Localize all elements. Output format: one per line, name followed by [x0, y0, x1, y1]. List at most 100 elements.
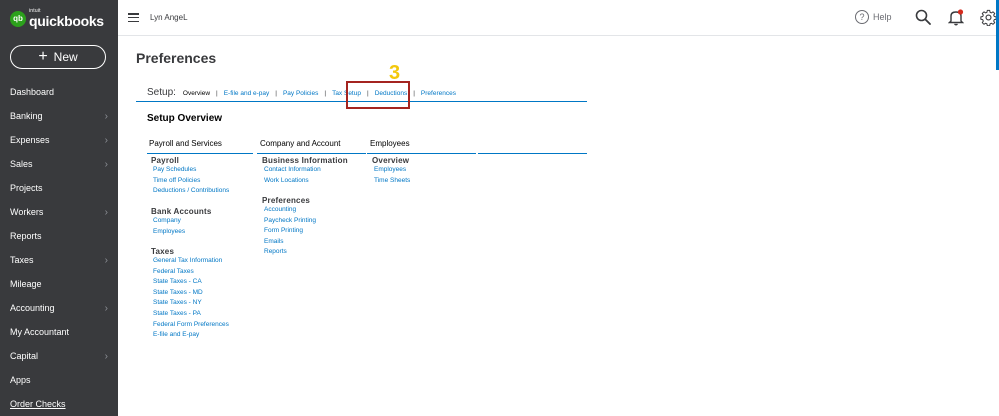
sidebar-item-taxes[interactable]: Taxes › — [0, 248, 118, 272]
sidebar-item-label: Banking — [10, 111, 43, 121]
setup-label: Setup: — [147, 87, 176, 98]
sidebar-nav: Dashboard Banking › Expenses › Sales › Projects… — [0, 80, 118, 416]
sidebar-item-label: Order Checks — [10, 399, 66, 409]
sidebar-item-label: Dashboard — [10, 87, 55, 97]
top-bar: Lyn AngeL ? Help — [118, 0, 999, 70]
sidebar-item-order-checks[interactable]: Order Checks — [0, 392, 118, 416]
overview-column-company-and-account: Company and Account — [260, 139, 341, 152]
setup-nav-separator: | — [216, 90, 218, 97]
link-e-file-and-e-pay[interactable]: E-file and E-pay — [153, 330, 229, 341]
sidebar-item-label: Taxes — [10, 255, 34, 265]
sidebar-item-dashboard[interactable]: Dashboard — [0, 80, 118, 104]
link-time-off-policies[interactable]: Time off Policies — [153, 176, 229, 187]
section-overview: Overview Employees Time Sheets — [370, 156, 410, 186]
sidebar-item-label: Apps — [10, 375, 31, 385]
chevron-right-icon: › — [104, 158, 108, 170]
section-title: Preferences — [262, 196, 311, 205]
sidebar-item-label: Projects — [10, 183, 43, 193]
setup-nav-separator: | — [413, 90, 415, 97]
overview-column-employees: Employees — [370, 139, 410, 152]
sidebar-item-apps[interactable]: Apps — [0, 368, 118, 392]
sidebar-item-expenses[interactable]: Expenses › — [0, 128, 118, 152]
notification-bell-icon[interactable] — [948, 9, 964, 26]
link-general-tax-information[interactable]: General Tax Information — [153, 256, 229, 267]
column-divider — [257, 153, 366, 154]
sidebar-item-accounting[interactable]: Accounting › — [0, 296, 118, 320]
sidebar-item-projects[interactable]: Projects — [0, 176, 118, 200]
gear-icon[interactable] — [980, 9, 997, 26]
step-number-annotation: 3 — [389, 62, 401, 84]
search-icon[interactable] — [915, 9, 931, 25]
link-time-sheets[interactable]: Time Sheets — [374, 176, 410, 187]
link-employees[interactable]: Employees — [153, 227, 212, 238]
link-employees[interactable]: Employees — [374, 165, 410, 176]
link-paycheck-printing[interactable]: Paycheck Printing — [264, 216, 316, 227]
help-icon: ? — [855, 10, 869, 24]
link-reports[interactable]: Reports — [264, 247, 316, 258]
sidebar-item-label: Sales — [10, 159, 33, 169]
section-payroll: Payroll Pay Schedules Time off Policies Ded… — [149, 156, 229, 197]
sidebar-item-label: Expenses — [10, 135, 50, 145]
chevron-right-icon: › — [104, 206, 108, 218]
sidebar-item-capital[interactable]: Capital › — [0, 344, 118, 368]
chevron-right-icon: › — [104, 110, 108, 122]
section-title: Overview — [372, 156, 410, 165]
column-header: Payroll and Services — [149, 139, 222, 148]
section-bank-accounts: Bank Accounts Company Employees — [149, 207, 212, 237]
sidebar-item-label: Accounting — [10, 303, 55, 313]
link-company[interactable]: Company — [153, 216, 212, 227]
column-header: Company and Account — [260, 139, 341, 148]
link-contact-information[interactable]: Contact Information — [264, 165, 348, 176]
help-label: Help — [873, 12, 892, 22]
sidebar-item-label: Mileage — [10, 279, 42, 289]
help-button[interactable]: ? Help — [855, 10, 892, 24]
link-state-taxes-md[interactable]: State Taxes - MD — [153, 288, 229, 299]
link-work-locations[interactable]: Work Locations — [264, 176, 348, 187]
app: qb intuit quickbooks + New Dashboard Bank… — [0, 0, 999, 416]
column-divider — [367, 153, 476, 154]
link-accounting[interactable]: Accounting — [264, 205, 316, 216]
section-business-information: Business Information Contact Information W… — [260, 156, 348, 186]
page-title: Preferences — [136, 50, 217, 66]
logo-quickbooks-text: quickbooks — [29, 13, 104, 29]
new-button[interactable]: + New — [10, 45, 106, 69]
setup-nav-separator: | — [324, 90, 327, 97]
link-deductions-contributions[interactable]: Deductions / Contributions — [153, 186, 229, 197]
setup-tab-preferences[interactable]: Preferences — [421, 90, 456, 97]
link-form-printing[interactable]: Form Printing — [264, 226, 316, 237]
sidebar-item-workers[interactable]: Workers › — [0, 200, 118, 224]
link-state-taxes-ny[interactable]: State Taxes - NY — [153, 298, 229, 309]
sidebar-item-sales[interactable]: Sales › — [0, 152, 118, 176]
section-title: Business Information — [262, 156, 348, 165]
setup-nav-separator: | — [275, 90, 277, 97]
sidebar-item-label: My Accountant — [10, 327, 70, 337]
link-federal-form-preferences[interactable]: Federal Form Preferences — [153, 320, 229, 331]
column-header: Employees — [370, 139, 410, 148]
section-taxes: Taxes General Tax Information Federal Taxe… — [149, 247, 229, 341]
overview-column-payroll-and-services: Payroll and Services — [149, 139, 222, 152]
hamburger-menu-icon[interactable] — [128, 13, 139, 22]
sidebar-item-label: Capital — [10, 351, 39, 361]
setup-tab-pay-policies[interactable]: Pay Policies — [283, 90, 318, 97]
section-title: Payroll — [151, 156, 180, 165]
sidebar-item-reports[interactable]: Reports — [0, 224, 118, 248]
setup-tab-e-file-and-e-pay[interactable]: E-file and e-pay — [224, 90, 270, 97]
quickbooks-logo[interactable]: qb intuit quickbooks — [10, 9, 104, 28]
chevron-right-icon: › — [104, 302, 108, 314]
sidebar-item-my-accountant[interactable]: My Accountant — [0, 320, 118, 344]
sidebar-item-banking[interactable]: Banking › — [0, 104, 118, 128]
link-federal-taxes[interactable]: Federal Taxes — [153, 267, 229, 278]
link-state-taxes-pa[interactable]: State Taxes - PA — [153, 309, 229, 320]
plus-icon: + — [38, 48, 48, 65]
logo-wordmark: intuit quickbooks — [29, 9, 104, 29]
link-pay-schedules[interactable]: Pay Schedules — [153, 165, 229, 176]
chevron-right-icon: › — [104, 350, 108, 362]
link-state-taxes-ca[interactable]: State Taxes - CA — [153, 277, 229, 288]
sidebar-item-mileage[interactable]: Mileage — [0, 272, 118, 296]
section-title: Bank Accounts — [151, 207, 212, 216]
chevron-right-icon: › — [104, 134, 108, 146]
section-title: Taxes — [151, 247, 175, 256]
new-button-label: New — [53, 50, 78, 64]
setup-tab-overview: Overview — [182, 90, 211, 97]
link-emails[interactable]: Emails — [264, 237, 316, 248]
